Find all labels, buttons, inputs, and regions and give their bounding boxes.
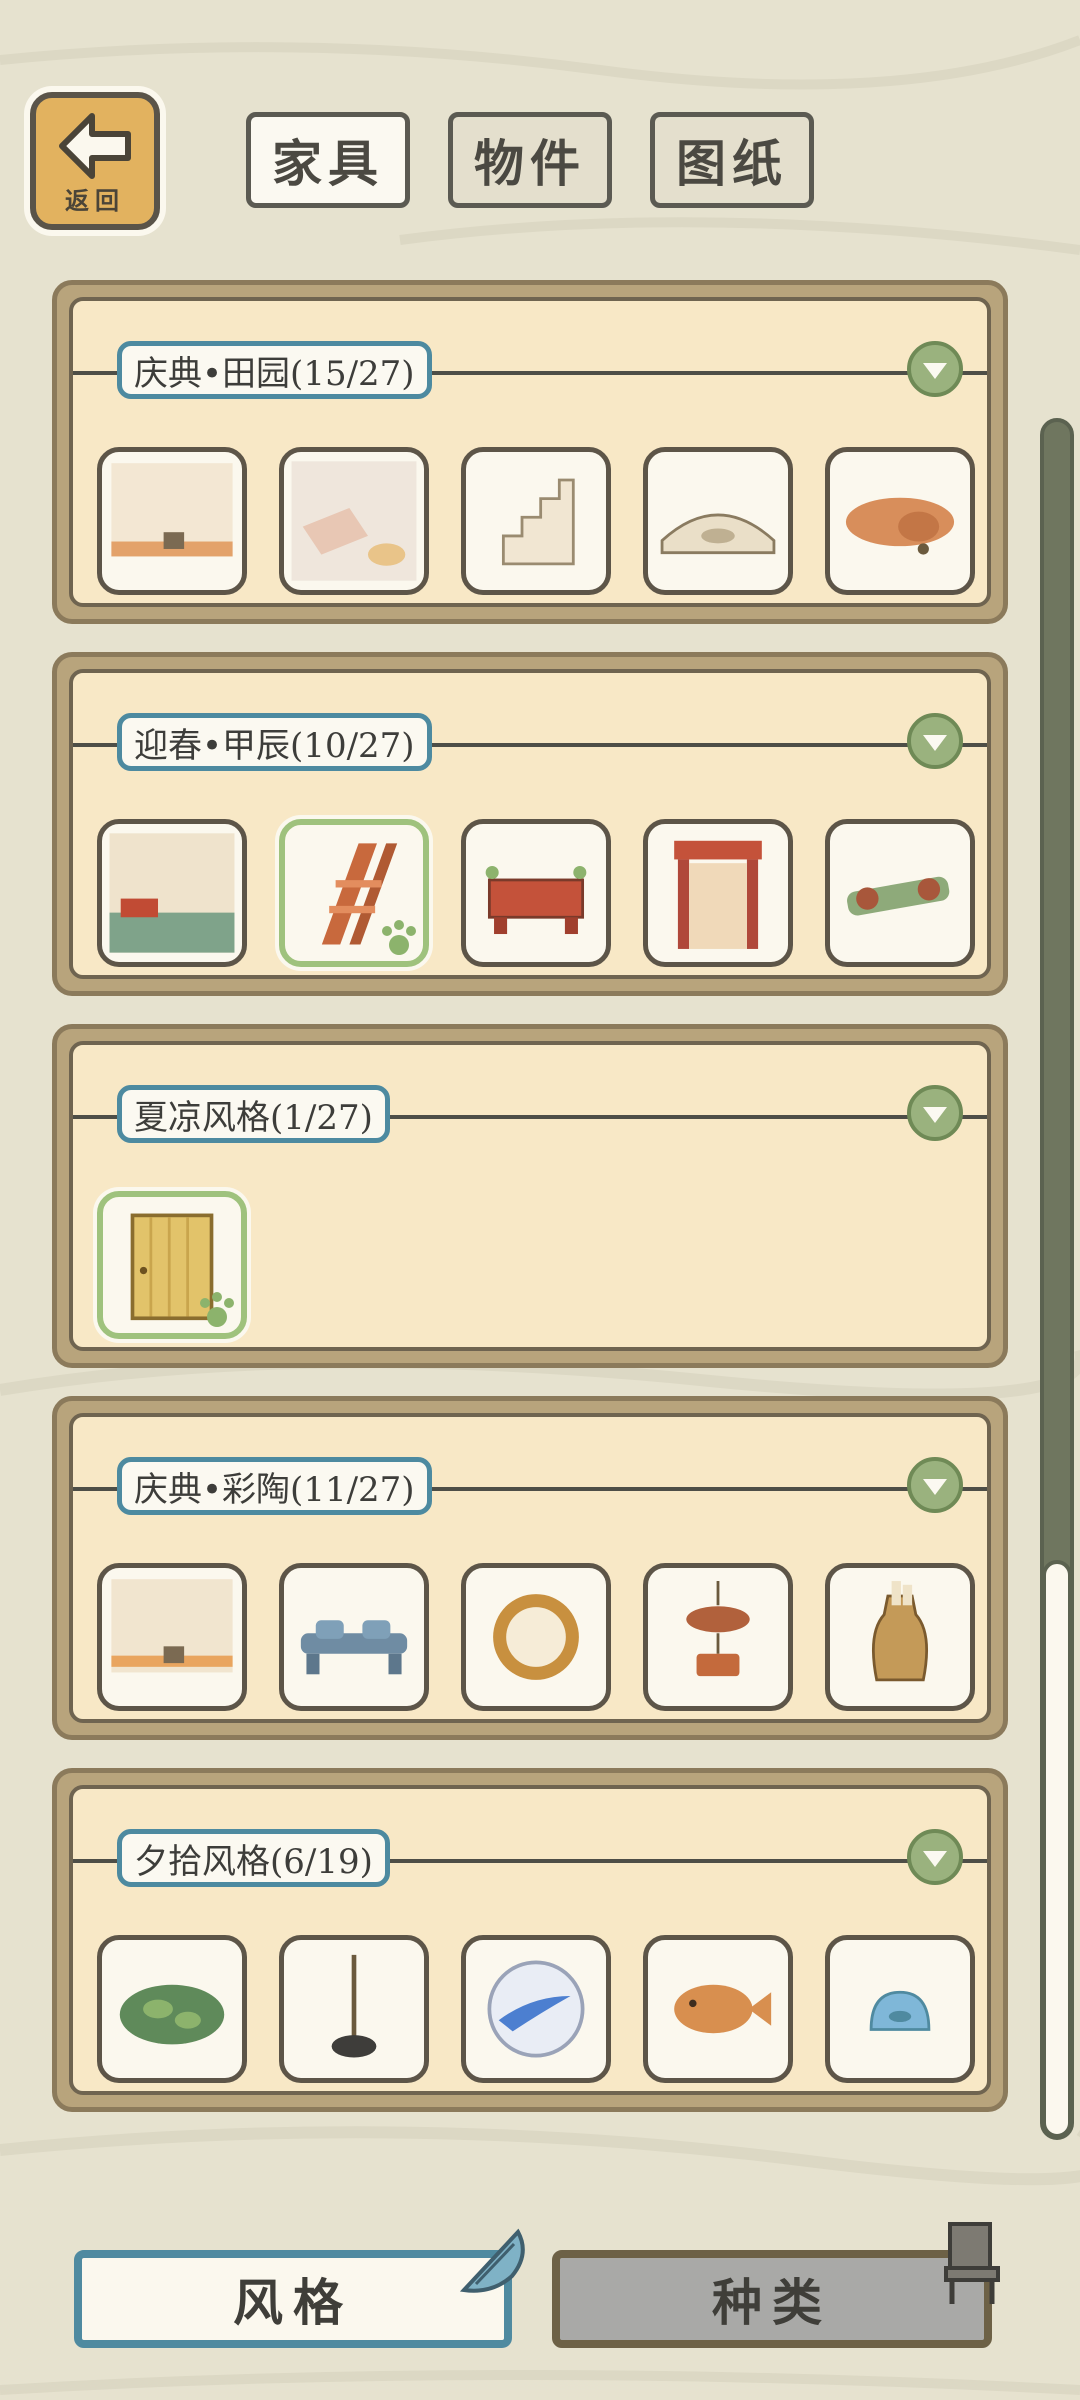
wallpaper-floor-icon bbox=[111, 463, 233, 557]
item-slot[interactable] bbox=[279, 1563, 429, 1711]
item-slot[interactable] bbox=[97, 819, 247, 967]
red-bench-icon bbox=[485, 865, 587, 935]
item-slot[interactable] bbox=[825, 1935, 975, 2083]
frog-paw-icon bbox=[382, 920, 416, 955]
panel-body: 庆典•彩陶(11/27) bbox=[69, 1413, 991, 1723]
expand-toggle-icon[interactable] bbox=[907, 341, 963, 397]
panel-body: 夕拾风格(6/19) bbox=[69, 1785, 991, 2095]
collection-panel: 迎春•甲辰(10/27) bbox=[52, 652, 1008, 996]
frog-stone-icon bbox=[119, 1984, 225, 2045]
item-slot[interactable] bbox=[461, 1563, 611, 1711]
tab-furniture[interactable]: 家具 bbox=[246, 112, 410, 208]
pottery-wall-icon bbox=[111, 1579, 233, 1673]
item-slot[interactable] bbox=[279, 447, 429, 595]
ring-mirror-icon bbox=[493, 1594, 579, 1680]
item-slot[interactable] bbox=[97, 447, 247, 595]
scroll-roll-icon bbox=[847, 876, 950, 916]
expand-toggle-icon[interactable] bbox=[907, 1829, 963, 1885]
panel-title: 庆典•田园(15/27) bbox=[117, 341, 432, 399]
tab-blueprints[interactable]: 图纸 bbox=[650, 112, 814, 208]
item-slot[interactable] bbox=[825, 819, 975, 967]
item-slot[interactable] bbox=[461, 1935, 611, 2083]
shell-icon bbox=[459, 2228, 525, 2293]
style-filter-button[interactable]: 风格 bbox=[74, 2250, 512, 2348]
item-slot[interactable] bbox=[461, 819, 611, 967]
item-slot[interactable] bbox=[643, 1935, 793, 2083]
expand-toggle-icon[interactable] bbox=[907, 1085, 963, 1141]
item-slot[interactable] bbox=[643, 447, 793, 595]
item-slot[interactable] bbox=[643, 819, 793, 967]
panel-title: 迎春•甲辰(10/27) bbox=[117, 713, 432, 771]
green-tile-floor-icon bbox=[109, 833, 235, 953]
collection-panel: 庆典•彩陶(11/27) bbox=[52, 1396, 1008, 1740]
panel-body: 迎春•甲辰(10/27) bbox=[69, 669, 991, 979]
item-slot[interactable] bbox=[825, 447, 975, 595]
item-slot[interactable] bbox=[97, 1563, 247, 1711]
scrollbar-thumb[interactable] bbox=[1042, 1560, 1072, 2138]
item-slot-owned[interactable] bbox=[279, 819, 429, 967]
red-gate-icon bbox=[674, 840, 762, 949]
back-label: 返回 bbox=[65, 187, 125, 215]
item-slot-owned[interactable] bbox=[97, 1191, 247, 1339]
collection-panel: 夕拾风格(6/19) bbox=[52, 1768, 1008, 2112]
arch-bridge-icon bbox=[660, 513, 776, 555]
expand-toggle-icon[interactable] bbox=[907, 713, 963, 769]
panel-title: 夕拾风格(6/19) bbox=[117, 1829, 390, 1887]
back-button[interactable]: 返回 bbox=[30, 92, 160, 230]
clay-vase-icon bbox=[871, 1581, 929, 1682]
item-slot[interactable] bbox=[279, 1935, 429, 2083]
frog-paw-icon bbox=[200, 1292, 234, 1327]
expand-toggle-icon[interactable] bbox=[907, 1457, 963, 1513]
marble-icon bbox=[487, 1960, 585, 2058]
hanging-sign-icon bbox=[686, 1581, 750, 1677]
woven-rug-icon bbox=[845, 497, 955, 555]
panel-title: 庆典•彩陶(11/27) bbox=[117, 1457, 432, 1515]
jelly-fish-icon bbox=[869, 1990, 931, 2031]
panel-body: 夏凉风格(1/27) bbox=[69, 1041, 991, 1351]
item-slot[interactable] bbox=[825, 1563, 975, 1711]
back-arrow-icon bbox=[59, 113, 131, 179]
chair-icon bbox=[944, 2222, 1000, 2304]
collection-panel: 夏凉风格(1/27) bbox=[52, 1024, 1008, 1368]
collection-panel: 庆典•田园(15/27) bbox=[52, 280, 1008, 624]
item-slot[interactable] bbox=[461, 447, 611, 595]
blue-log-bench-icon bbox=[300, 1620, 408, 1675]
tab-objects[interactable]: 物件 bbox=[448, 112, 612, 208]
panel-body: 庆典•田园(15/27) bbox=[69, 297, 991, 607]
taiyaki-fish-icon bbox=[674, 1984, 772, 2034]
item-slot[interactable] bbox=[97, 1935, 247, 2083]
white-stairs-icon bbox=[501, 478, 575, 566]
spinning-top-icon bbox=[331, 1954, 377, 2058]
panel-title: 夏凉风格(1/27) bbox=[117, 1085, 390, 1143]
item-slot[interactable] bbox=[643, 1563, 793, 1711]
type-filter-button[interactable]: 种类 bbox=[552, 2250, 992, 2348]
stone-floor-icon bbox=[291, 461, 417, 581]
